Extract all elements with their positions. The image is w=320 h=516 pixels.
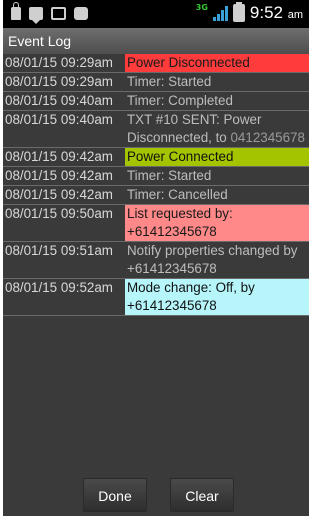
log-row: 08/01/15 09:40am Timer: Completed: [3, 92, 309, 111]
log-row: 08/01/15 09:51am Notify properties change…: [3, 242, 309, 279]
done-button[interactable]: Done: [83, 478, 147, 512]
log-timestamp: 08/01/15 09:42am: [5, 168, 113, 183]
status-right: 3G 9:52 am: [195, 2, 303, 23]
log-message-text: List requested by: +61412345678: [127, 206, 233, 239]
log-message-phone: 0412345678: [230, 130, 305, 145]
log-message: Timer: Cancelled: [125, 186, 309, 204]
notification-icons: [11, 2, 88, 24]
log-message-text: Timer: Cancelled: [127, 187, 228, 202]
log-row: 08/01/15 09:40am TXT #10 SENT: Power Disc…: [3, 111, 309, 148]
clock: 9:52 am: [250, 3, 303, 23]
page-title: Event Log: [3, 28, 309, 54]
log-timestamp: 08/01/15 09:29am: [5, 55, 113, 70]
log-message: Timer: Started: [125, 167, 309, 185]
network-type-label: 3G: [195, 2, 208, 12]
status-bar: 3G 9:52 am: [3, 0, 309, 28]
log-row: 08/01/15 09:29am Power Disconnected: [3, 54, 309, 73]
log-message: Timer: Started: [125, 73, 309, 91]
log-timestamp: 08/01/15 09:52am: [5, 280, 113, 295]
log-row: 08/01/15 09:42am Timer: Started: [3, 167, 309, 186]
clear-button[interactable]: Clear: [170, 478, 234, 512]
log-message: TXT #10 SENT: Power Disconnected, to 041…: [125, 111, 309, 147]
log-message: Mode change: Off, by +61412345678: [125, 279, 309, 315]
clock-time: 9:52: [249, 3, 283, 22]
bag-icon: [74, 7, 88, 20]
log-message: Power Disconnected: [125, 54, 309, 72]
log-message: List requested by: +61412345678: [125, 205, 309, 241]
log-row: 08/01/15 09:42am Power Connected: [3, 148, 309, 167]
log-timestamp: 08/01/15 09:29am: [5, 74, 113, 89]
button-bar: Done Clear: [3, 478, 309, 516]
log-timestamp: 08/01/15 09:51am: [5, 243, 113, 258]
screen: 3G 9:52 am Event Log 08/01/15 09:29am Pow…: [3, 0, 309, 516]
clock-ampm: am: [287, 9, 303, 21]
log-row: 08/01/15 09:29am Timer: Started: [3, 73, 309, 92]
log-row: 08/01/15 09:42am Timer: Cancelled: [3, 186, 309, 205]
chat-icon: [29, 7, 43, 24]
log-row: 08/01/15 09:50am List requested by: +6141…: [3, 205, 309, 242]
log-message-text: Timer: Completed: [127, 93, 233, 108]
event-log-list[interactable]: 08/01/15 09:29am Power Disconnected 08/01/…: [3, 54, 309, 316]
log-message: Timer: Completed: [125, 92, 309, 110]
log-message: Power Connected: [125, 148, 309, 166]
log-message-text: Notify properties changed by +6141234567…: [127, 243, 298, 276]
log-timestamp: 08/01/15 09:40am: [5, 93, 113, 108]
log-timestamp: 08/01/15 09:50am: [5, 206, 113, 221]
battery-icon: [232, 2, 245, 22]
log-message-text: Timer: Started: [127, 168, 212, 183]
log-message-text: Timer: Started: [127, 74, 212, 89]
log-timestamp: 08/01/15 09:42am: [5, 187, 113, 202]
log-row: 08/01/15 09:52am Mode change: Off, by +61…: [3, 279, 309, 316]
log-message-text: Mode change: Off, by +61412345678: [127, 280, 255, 313]
log-timestamp: 08/01/15 09:40am: [5, 112, 113, 127]
log-message-text: Power Connected: [127, 149, 234, 164]
image-icon: [51, 7, 66, 20]
signal-icon: [212, 5, 228, 21]
log-message-text: Power Disconnected: [127, 55, 250, 70]
log-message: Notify properties changed by +6141234567…: [125, 242, 309, 278]
log-timestamp: 08/01/15 09:42am: [5, 149, 113, 164]
lock-icon: [11, 2, 21, 20]
